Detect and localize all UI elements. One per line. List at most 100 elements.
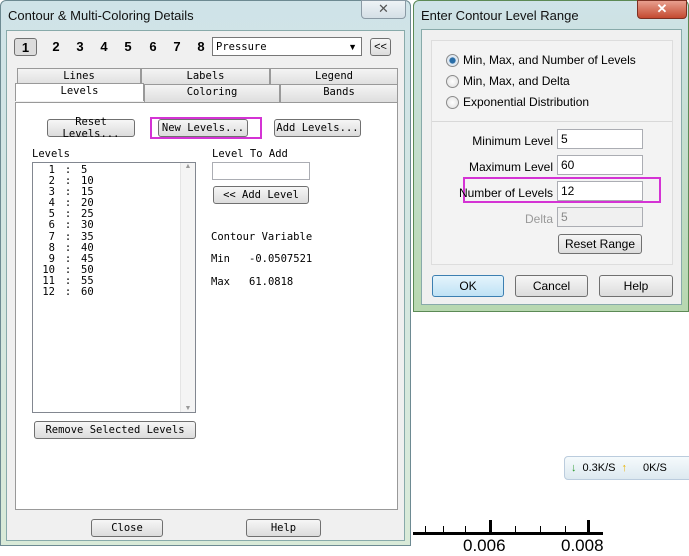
upload-speed: 0K/S bbox=[643, 462, 667, 474]
axis-tick bbox=[587, 520, 590, 532]
new-levels-button[interactable]: New Levels... bbox=[158, 119, 248, 137]
download-speed: 0.3K/S bbox=[582, 462, 616, 474]
separator: : bbox=[64, 230, 72, 243]
close-button[interactable]: Close bbox=[91, 519, 163, 537]
remove-selected-levels-button[interactable]: Remove Selected Levels bbox=[34, 421, 196, 439]
level-value: 35 bbox=[81, 230, 94, 243]
axis-tick-label: 0.006 bbox=[463, 536, 506, 555]
level-index: 6 bbox=[48, 219, 55, 232]
list-item[interactable]: 9:45 bbox=[33, 253, 195, 265]
scroll-up-icon[interactable]: ▲ bbox=[181, 163, 195, 170]
contour-variable-label: Contour Variable bbox=[211, 231, 313, 243]
radio-label: Exponential Distribution bbox=[463, 95, 590, 109]
max-label: Max bbox=[211, 276, 230, 288]
levels-label: Levels bbox=[32, 148, 70, 160]
separator: : bbox=[64, 219, 72, 232]
radio-icon[interactable] bbox=[446, 74, 459, 88]
close-icon[interactable]: ✕ bbox=[637, 0, 687, 19]
number-of-levels-label: Number of Levels bbox=[458, 186, 553, 200]
level-value: 60 bbox=[81, 286, 94, 299]
chevron-down-icon: ▼ bbox=[348, 41, 357, 52]
ok-button[interactable]: OK bbox=[432, 275, 504, 297]
list-item[interactable]: 6:30 bbox=[33, 220, 195, 231]
reset-range-button[interactable]: Reset Range bbox=[558, 234, 642, 254]
level-to-add-input[interactable] bbox=[212, 162, 310, 180]
axis-tick bbox=[540, 526, 541, 532]
variable-select-value: Pressure bbox=[216, 40, 267, 53]
list-item[interactable]: 7:35 bbox=[33, 230, 195, 243]
contour-details-dialog: Contour & Multi-Coloring Details ✕ 12345… bbox=[0, 0, 411, 546]
delta-label: Delta bbox=[524, 212, 553, 226]
upload-arrow-icon: ↑ bbox=[621, 462, 628, 474]
tab-legend[interactable]: Legend bbox=[270, 68, 398, 85]
variable-select[interactable]: Pressure ▼ bbox=[212, 37, 362, 56]
radio-icon[interactable] bbox=[446, 95, 459, 109]
axis-tick-label: 0.008 bbox=[561, 536, 604, 555]
level-value: 30 bbox=[81, 219, 94, 232]
list-item[interactable]: 1:5 bbox=[33, 164, 195, 176]
collapse-button[interactable]: << bbox=[370, 38, 391, 56]
max-level-input[interactable]: 60 bbox=[557, 155, 643, 175]
contour-group-2[interactable]: 2 bbox=[49, 38, 63, 56]
list-item[interactable]: 5:25 bbox=[33, 209, 195, 220]
tab-levels[interactable]: Levels bbox=[15, 83, 144, 101]
max-value: 61.0818 bbox=[249, 276, 294, 288]
level-index: 7 bbox=[48, 230, 55, 243]
levels-tab-panel: Reset Levels... New Levels... Add Levels… bbox=[15, 102, 398, 510]
list-item[interactable]: 11:55 bbox=[33, 275, 195, 287]
close-icon[interactable]: ✕ bbox=[361, 0, 406, 19]
plot-axis-line bbox=[413, 532, 603, 535]
network-speed-widget: ↓ 0.3K/S ↑ 0K/S bbox=[564, 456, 689, 480]
max-level-label: Maximum Level bbox=[468, 160, 553, 174]
radio-icon[interactable] bbox=[446, 53, 459, 67]
contour-group-6[interactable]: 6 bbox=[146, 38, 160, 56]
radio-option[interactable]: Min, Max, and Number of Levels bbox=[446, 53, 636, 67]
min-level-label: Minimum Level bbox=[472, 134, 553, 148]
add-level-button[interactable]: << Add Level bbox=[213, 186, 309, 204]
scroll-down-icon[interactable]: ▼ bbox=[181, 405, 195, 412]
number-of-levels-input[interactable]: 12 bbox=[557, 181, 643, 201]
min-level-input[interactable]: 5 bbox=[557, 129, 643, 149]
contour-group-1[interactable]: 1 bbox=[14, 38, 37, 56]
list-item[interactable]: 4:20 bbox=[33, 198, 195, 209]
axis-tick bbox=[515, 526, 516, 532]
separator: : bbox=[64, 286, 72, 299]
contour-group-3[interactable]: 3 bbox=[73, 38, 87, 56]
contour-group-4[interactable]: 4 bbox=[97, 38, 111, 56]
min-label: Min bbox=[211, 253, 230, 265]
axis-tick bbox=[443, 526, 444, 532]
scrollbar[interactable]: ▲ ▼ bbox=[180, 163, 195, 412]
levels-listbox[interactable]: 1:5 2:10 3:15 4:20 5:25 6:30 7:35 8:40 9:45 10:50… bbox=[32, 162, 196, 413]
help-button[interactable]: Help bbox=[246, 519, 321, 537]
delta-input: 5 bbox=[557, 207, 643, 227]
radio-option[interactable]: Exponential Distribution bbox=[446, 95, 589, 109]
cancel-button[interactable]: Cancel bbox=[515, 275, 588, 297]
radio-label: Min, Max, and Delta bbox=[463, 74, 570, 88]
dialog-title: Enter Contour Level Range bbox=[421, 8, 579, 23]
contour-range-dialog: Enter Contour Level Range ✕ Min, Max, an… bbox=[413, 0, 689, 312]
contour-group-7[interactable]: 7 bbox=[170, 38, 184, 56]
list-item[interactable]: 12:60 bbox=[33, 286, 195, 299]
level-index: 12 bbox=[42, 286, 55, 299]
tab-labels[interactable]: Labels bbox=[141, 68, 270, 85]
axis-tick bbox=[465, 526, 466, 532]
contour-group-5[interactable]: 5 bbox=[121, 38, 135, 56]
reset-levels-button[interactable]: Reset Levels... bbox=[47, 116, 135, 140]
help-button[interactable]: Help bbox=[599, 275, 673, 297]
min-value: -0.0507521 bbox=[249, 253, 313, 265]
list-item[interactable]: 8:40 bbox=[33, 242, 195, 254]
contour-group-8[interactable]: 8 bbox=[194, 38, 208, 56]
add-levels-button[interactable]: Add Levels... bbox=[274, 119, 361, 137]
divider bbox=[432, 121, 672, 122]
tab-coloring[interactable]: Coloring bbox=[144, 84, 280, 102]
radio-option[interactable]: Min, Max, and Delta bbox=[446, 74, 570, 88]
list-item[interactable]: 2:10 bbox=[33, 176, 195, 187]
list-item[interactable]: 3:15 bbox=[33, 187, 195, 198]
axis-tick bbox=[425, 526, 426, 532]
axis-tick bbox=[565, 526, 566, 532]
options-group: Min, Max, and Number of Levels Min, Max, … bbox=[431, 40, 673, 265]
radio-label: Min, Max, and Number of Levels bbox=[463, 53, 636, 67]
list-item[interactable]: 10:50 bbox=[33, 264, 195, 276]
level-to-add-label: Level To Add bbox=[212, 148, 288, 160]
tab-bands[interactable]: Bands bbox=[280, 84, 398, 102]
